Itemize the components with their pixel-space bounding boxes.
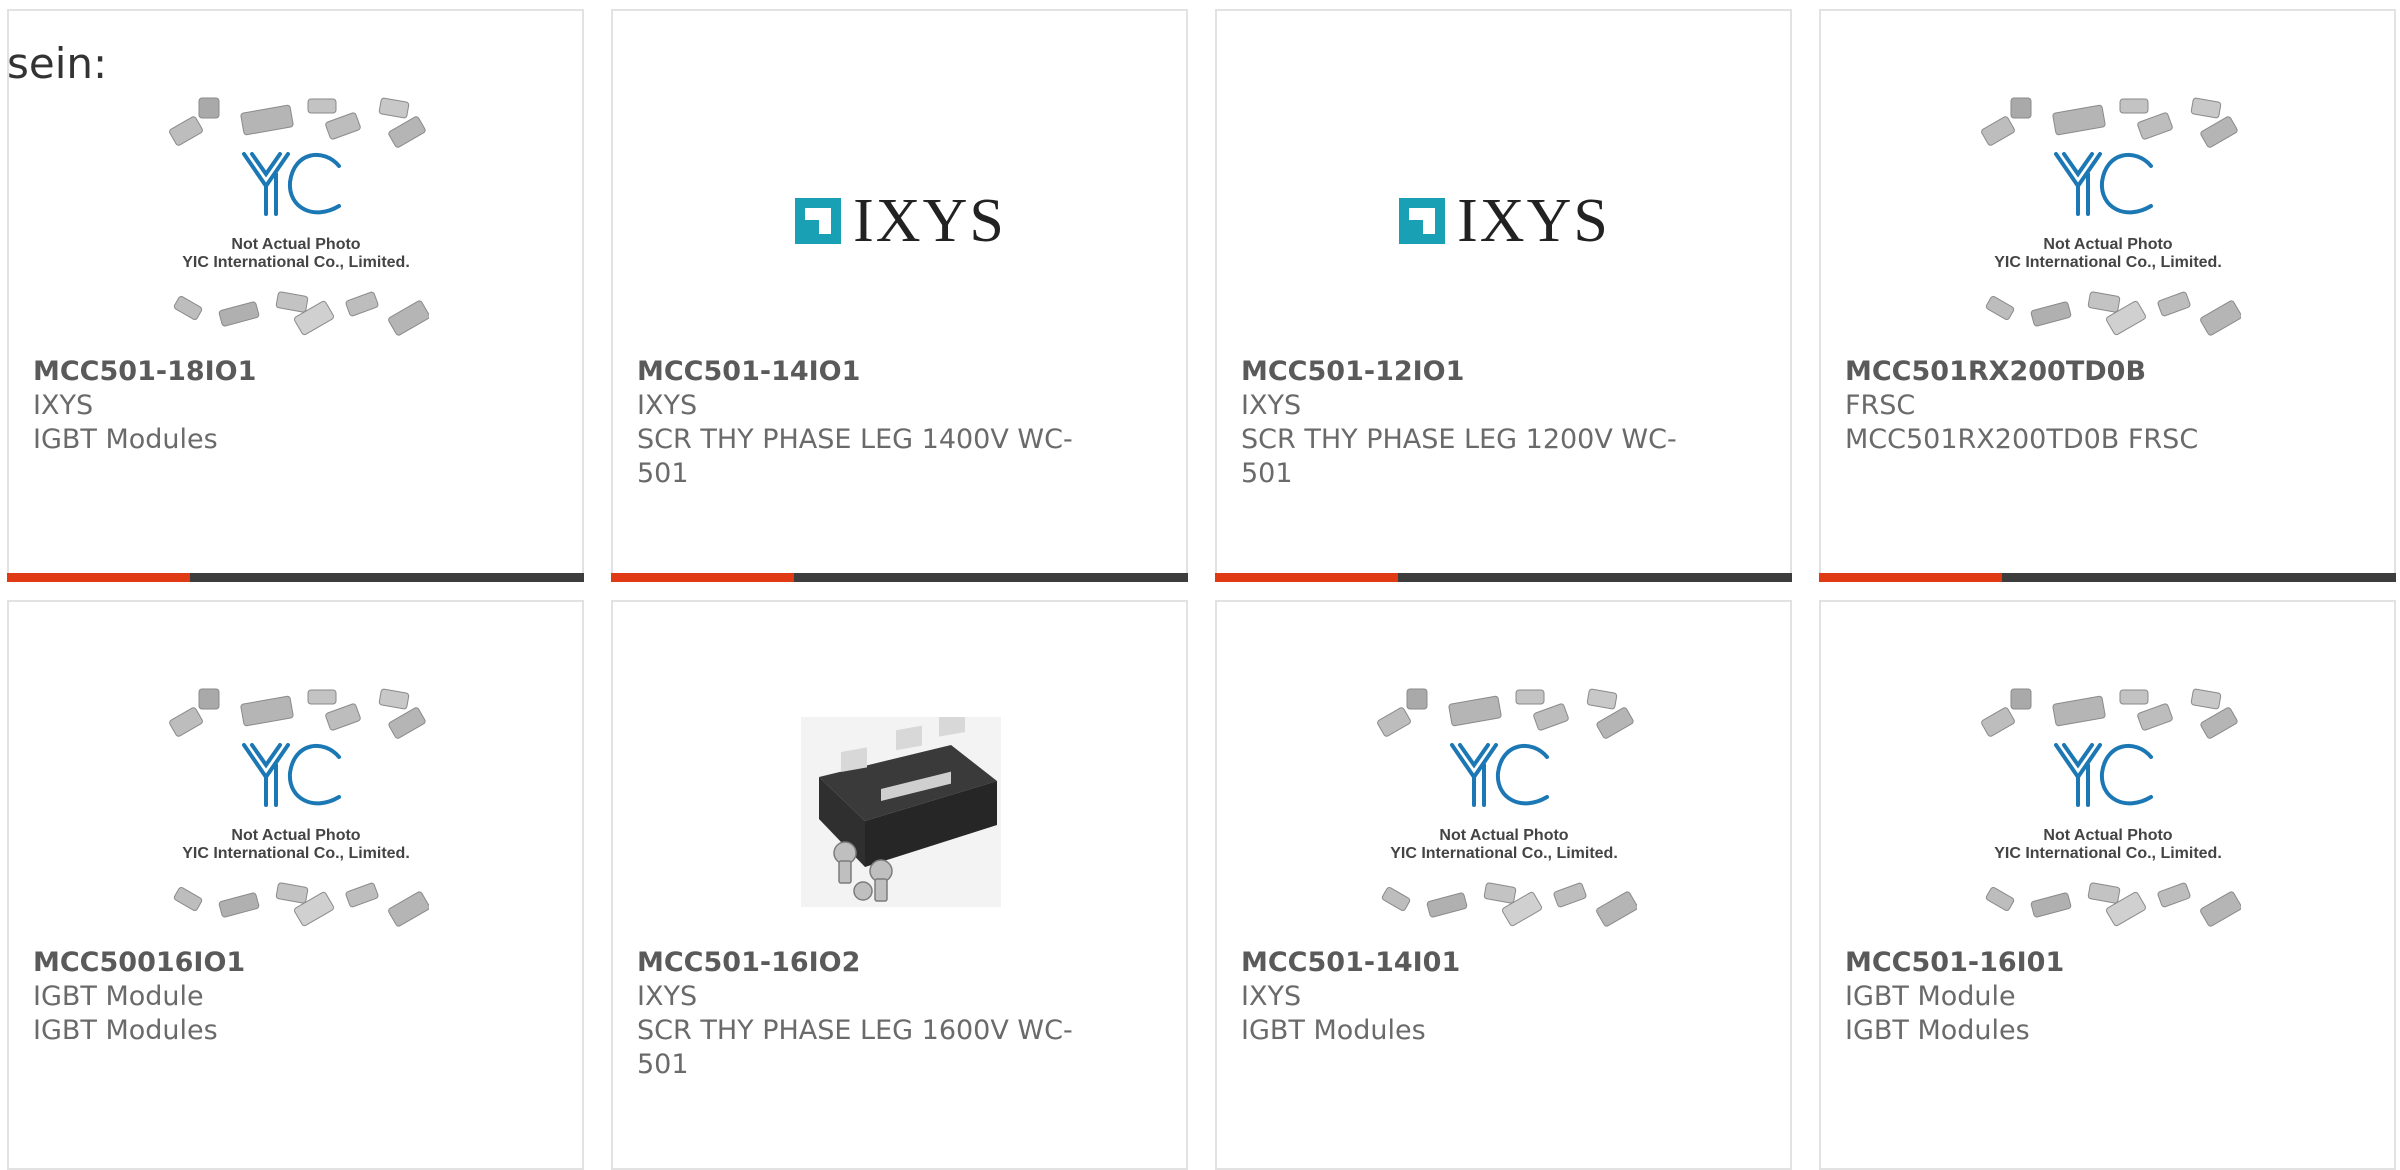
description: IGBT Modules — [33, 424, 218, 455]
product-image-brand-logo[interactable]: IXYS — [1372, 96, 1637, 346]
part-number[interactable]: MCC501-14I01 — [1241, 946, 1681, 980]
module-photo-icon — [800, 717, 1001, 907]
product-image-placeholder[interactable]: Not Actual Photo YIC International Co., … — [164, 687, 429, 937]
svg-text:YIC International Co., Limited: YIC International Co., Limited. — [1390, 845, 1618, 862]
ixys-logo-text: IXYS — [853, 187, 1006, 255]
yic-placeholder-icon: Not Actual Photo YIC International Co., … — [1377, 688, 1637, 927]
description: IGBT Modules — [1241, 1015, 1426, 1046]
part-number[interactable]: MCC501RX200TD0B — [1845, 355, 2285, 389]
svg-text:Not Actual Photo: Not Actual Photo — [231, 827, 360, 844]
manufacturer: IXYS — [1241, 981, 1302, 1012]
product-card[interactable]: Not Actual Photo YIC International Co., … — [1215, 600, 1792, 1170]
svg-text:YIC International Co., Limited: YIC International Co., Limited. — [182, 845, 410, 862]
product-image-placeholder[interactable]: Not Actual Photo YIC International Co., … — [164, 96, 429, 346]
part-number[interactable]: MCC50016IO1 — [33, 946, 473, 980]
product-card[interactable]: Not Actual Photo YIC International Co., … — [7, 600, 584, 1170]
part-number[interactable]: MCC501-16I01 — [1845, 946, 2285, 980]
product-card[interactable]: Not Actual Photo YIC International Co., … — [1819, 9, 2396, 582]
ixys-logo-text: IXYS — [1457, 187, 1610, 255]
svg-text:YIC International Co., Limited: YIC International Co., Limited. — [182, 254, 410, 271]
product-image-placeholder[interactable]: Not Actual Photo YIC International Co., … — [1976, 96, 2241, 346]
card-accent — [611, 573, 794, 582]
description: SCR THY PHASE LEG 1200V WC-501 — [1241, 424, 1677, 489]
yic-placeholder-icon: Not Actual Photo YIC International Co., … — [169, 97, 429, 336]
yic-placeholder-icon: Not Actual Photo YIC International Co., … — [169, 688, 429, 927]
yic-placeholder-icon: Not Actual Photo YIC International Co., … — [1981, 688, 2241, 927]
svg-text:Not Actual Photo: Not Actual Photo — [2043, 236, 2172, 253]
manufacturer: IGBT Module — [33, 981, 204, 1012]
ixys-logo-icon: IXYS — [1399, 190, 1610, 252]
product-card[interactable]: IXYS MCC501-14IO1 IXYS SCR THY PHASE LEG… — [611, 9, 1188, 582]
product-image-brand-logo[interactable]: IXYS — [768, 96, 1033, 346]
yic-placeholder-icon: Not Actual Photo YIC International Co., … — [1981, 97, 2241, 336]
card-bar — [1819, 573, 2396, 582]
svg-text:YIC International Co., Limited: YIC International Co., Limited. — [1994, 845, 2222, 862]
manufacturer: IXYS — [637, 390, 698, 421]
product-card[interactable]: Not Actual Photo YIC International Co., … — [7, 9, 584, 582]
product-card[interactable]: IXYS MCC501-12IO1 IXYS SCR THY PHASE LEG… — [1215, 9, 1792, 582]
product-card[interactable]: Not Actual Photo YIC International Co., … — [1819, 600, 2396, 1170]
card-accent — [1819, 573, 2002, 582]
product-card[interactable]: MCC501-16IO2 IXYS SCR THY PHASE LEG 1600… — [611, 600, 1188, 1170]
description: IGBT Modules — [33, 1015, 218, 1046]
card-accent — [7, 573, 190, 582]
manufacturer: IXYS — [637, 981, 698, 1012]
description: SCR THY PHASE LEG 1400V WC-501 — [637, 424, 1073, 489]
card-bar — [611, 573, 1188, 582]
manufacturer: IXYS — [1241, 390, 1302, 421]
part-number[interactable]: MCC501-12IO1 — [1241, 355, 1681, 389]
ixys-logo-icon: IXYS — [795, 190, 1006, 252]
intro-text: sein: — [7, 39, 108, 88]
svg-text:YIC International Co., Limited: YIC International Co., Limited. — [1994, 254, 2222, 271]
svg-text:Not Actual Photo: Not Actual Photo — [1439, 827, 1568, 844]
product-image-placeholder[interactable]: Not Actual Photo YIC International Co., … — [1372, 687, 1637, 937]
card-bar — [1215, 573, 1792, 582]
part-number[interactable]: MCC501-16IO2 — [637, 946, 1077, 980]
product-grid: Not Actual Photo YIC International Co., … — [0, 0, 2400, 1170]
description: IGBT Modules — [1845, 1015, 2030, 1046]
svg-text:Not Actual Photo: Not Actual Photo — [2043, 827, 2172, 844]
part-number[interactable]: MCC501-18IO1 — [33, 355, 473, 389]
product-image-placeholder[interactable]: Not Actual Photo YIC International Co., … — [1976, 687, 2241, 937]
description: MCC501RX200TD0B FRSC — [1845, 424, 2199, 455]
svg-text:Not Actual Photo: Not Actual Photo — [231, 236, 360, 253]
description: SCR THY PHASE LEG 1600V WC-501 — [637, 1015, 1073, 1080]
card-bar — [7, 573, 584, 582]
product-image-photo[interactable] — [768, 687, 1033, 937]
manufacturer: FRSC — [1845, 390, 1916, 421]
manufacturer: IXYS — [33, 390, 94, 421]
part-number[interactable]: MCC501-14IO1 — [637, 355, 1077, 389]
card-accent — [1215, 573, 1398, 582]
manufacturer: IGBT Module — [1845, 981, 2016, 1012]
